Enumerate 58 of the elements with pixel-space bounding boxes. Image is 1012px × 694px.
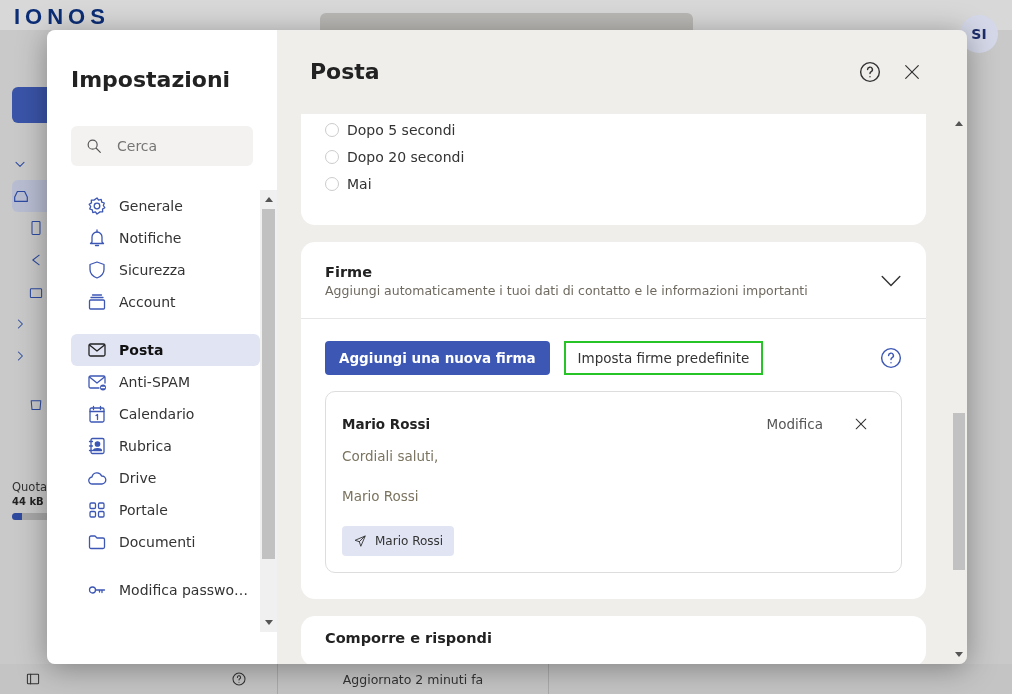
close-button[interactable] xyxy=(903,63,921,81)
search-icon xyxy=(85,137,103,155)
delete-button[interactable] xyxy=(853,416,869,432)
envelope-minus-icon xyxy=(87,372,107,392)
close-icon xyxy=(853,416,869,432)
help-icon xyxy=(859,61,881,83)
scrollbar[interactable] xyxy=(260,190,277,632)
signature-text: Mario Rossi xyxy=(342,488,420,506)
sidebar-toggle-button[interactable] xyxy=(25,671,41,687)
nav-item[interactable]: Generale xyxy=(71,190,260,222)
logo[interactable]: IONOS xyxy=(14,4,110,30)
nav-item[interactable]: Notifiche xyxy=(71,222,260,254)
sender-name: Mario Rossi xyxy=(375,534,444,548)
help-button[interactable] xyxy=(859,61,881,83)
nav-item[interactable]: Calendario xyxy=(71,398,260,430)
radio-option[interactable]: Dopo 20 secondi xyxy=(325,143,902,170)
calendar-icon xyxy=(87,404,107,424)
document-icon xyxy=(28,220,44,236)
page-title: Posta xyxy=(310,58,381,86)
signature-name: Mario Rossi xyxy=(342,416,432,432)
add-signature-button[interactable]: Aggiungi una nuova firma xyxy=(325,341,550,375)
edit-link[interactable]: Modifica xyxy=(766,416,823,432)
envelope-icon xyxy=(87,340,107,360)
section-title: Firme xyxy=(325,264,373,280)
signature-text: Cordiali saluti, xyxy=(342,448,440,466)
help-icon xyxy=(231,671,247,687)
paper-plane-icon xyxy=(353,534,367,548)
close-icon xyxy=(903,63,921,81)
sidebar-icon xyxy=(25,671,41,687)
quota-label: Quota xyxy=(12,480,48,494)
search-field[interactable]: Cerca xyxy=(71,126,253,166)
search-input[interactable]: Cerca xyxy=(117,126,239,166)
folder-icon xyxy=(87,532,107,552)
gear-icon xyxy=(87,196,107,216)
nav-item[interactable]: Portale xyxy=(71,494,260,526)
section-subtitle: Aggiungi automaticamente i tuoi dati di contatto e le informazioni importanti xyxy=(325,283,809,298)
nav-item[interactable]: Drive xyxy=(71,462,260,494)
bell-icon xyxy=(87,228,107,248)
help-icon xyxy=(880,347,902,369)
nav-item[interactable]: Modifica passwo… xyxy=(71,574,260,606)
nav-item[interactable]: Posta xyxy=(71,334,260,366)
nav-item[interactable]: Sicurezza xyxy=(71,254,260,286)
nav-item[interactable]: Rubrica xyxy=(71,430,260,462)
nav-item[interactable]: Account xyxy=(71,286,260,318)
default-signatures-button[interactable]: Imposta firme predefinite xyxy=(563,341,764,375)
stacked-cards-icon xyxy=(87,292,107,312)
radio-option[interactable]: Mai xyxy=(325,170,902,197)
grid-icon xyxy=(87,500,107,520)
contact-book-icon xyxy=(87,436,107,456)
section-title: Comporre e rispondi xyxy=(325,630,492,646)
quota-value: 44 kB xyxy=(12,496,45,507)
nav-item[interactable]: Anti-SPAM xyxy=(71,366,260,398)
radio-option[interactable]: Dopo 5 secondi xyxy=(325,116,902,143)
dialog-title: Impostazioni xyxy=(71,66,232,94)
nav-item[interactable]: Documenti xyxy=(71,526,260,558)
shield-icon xyxy=(87,260,107,280)
help-button[interactable] xyxy=(880,347,902,369)
help-button[interactable] xyxy=(231,671,247,687)
